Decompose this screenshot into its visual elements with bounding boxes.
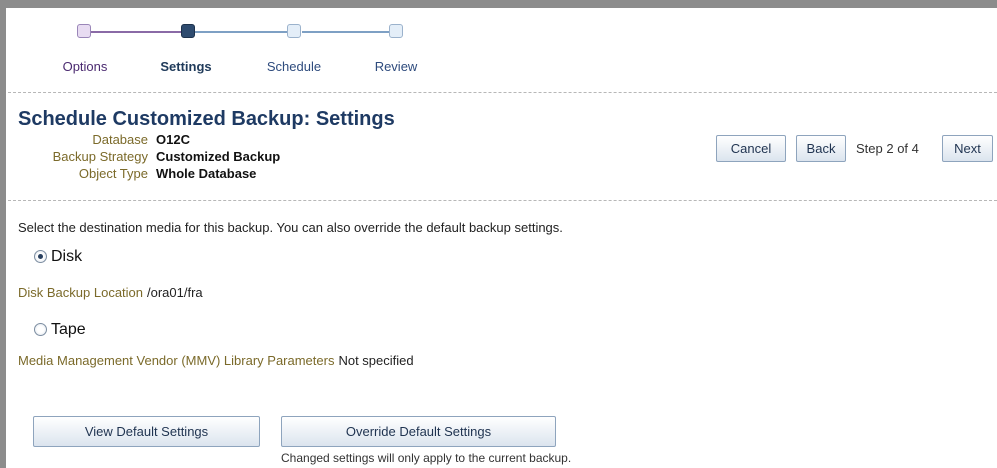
train-step-review: Review (374, 59, 418, 74)
backup-strategy-value: Customized Backup (156, 149, 281, 164)
disk-radio-option[interactable]: Disk (34, 248, 82, 268)
disk-backup-location-value: /ora01/fra (147, 285, 203, 300)
disk-radio-label[interactable]: Disk (51, 248, 82, 265)
train-node-options[interactable] (77, 24, 91, 38)
step-train: Options Settings Schedule Review (63, 23, 417, 79)
step-indicator: Step 2 of 4 (856, 141, 919, 156)
train-connector-upcoming (193, 31, 293, 33)
window-frame-top (0, 0, 997, 8)
train-step-settings: Settings (160, 59, 212, 74)
cancel-button[interactable]: Cancel (716, 135, 786, 162)
train-node-schedule (287, 24, 301, 38)
mmv-library-parameters-value: Not specified (338, 353, 414, 368)
back-button[interactable]: Back (796, 135, 846, 162)
disk-backup-location-label: Disk Backup Location (18, 285, 144, 300)
info-row-database: Database O12C (20, 132, 380, 149)
separator-top (8, 92, 997, 93)
database-value: O12C (156, 132, 190, 147)
window-frame-left (0, 0, 6, 468)
info-row-backup-strategy: Backup Strategy Customized Backup (20, 149, 380, 166)
next-button[interactable]: Next (942, 135, 993, 162)
train-node-settings (181, 24, 195, 38)
instruction-text: Select the destination media for this ba… (18, 220, 563, 235)
train-step-schedule: Schedule (266, 59, 322, 74)
train-step-options[interactable]: Options (63, 59, 108, 74)
disk-backup-location: Disk Backup Location/ora01/fra (18, 285, 203, 300)
train-node-review (389, 24, 403, 38)
mmv-library-parameters: Media Management Vendor (MMV) Library Pa… (18, 353, 414, 368)
view-default-settings-button[interactable]: View Default Settings (33, 416, 260, 447)
override-note: Changed settings will only apply to the … (281, 451, 572, 465)
object-type-label: Object Type (78, 166, 148, 181)
separator-header (8, 200, 997, 201)
page-title: Schedule Customized Backup: Settings (18, 108, 395, 130)
override-default-settings-button[interactable]: Override Default Settings (281, 416, 556, 447)
mmv-library-parameters-label: Media Management Vendor (MMV) Library Pa… (18, 353, 335, 368)
object-type-value: Whole Database (156, 166, 257, 181)
tape-radio-option[interactable]: Tape (34, 321, 86, 341)
disk-radio[interactable] (34, 250, 47, 263)
train-connector-visited (82, 31, 184, 33)
tape-radio[interactable] (34, 323, 47, 336)
tape-radio-label[interactable]: Tape (51, 321, 86, 338)
info-row-object-type: Object Type Whole Database (20, 166, 380, 183)
backup-strategy-label: Backup Strategy (52, 149, 148, 164)
backup-info: Database O12C Backup Strategy Customized… (20, 132, 380, 183)
database-label: Database (92, 132, 148, 147)
train-connector-upcoming (302, 31, 392, 33)
